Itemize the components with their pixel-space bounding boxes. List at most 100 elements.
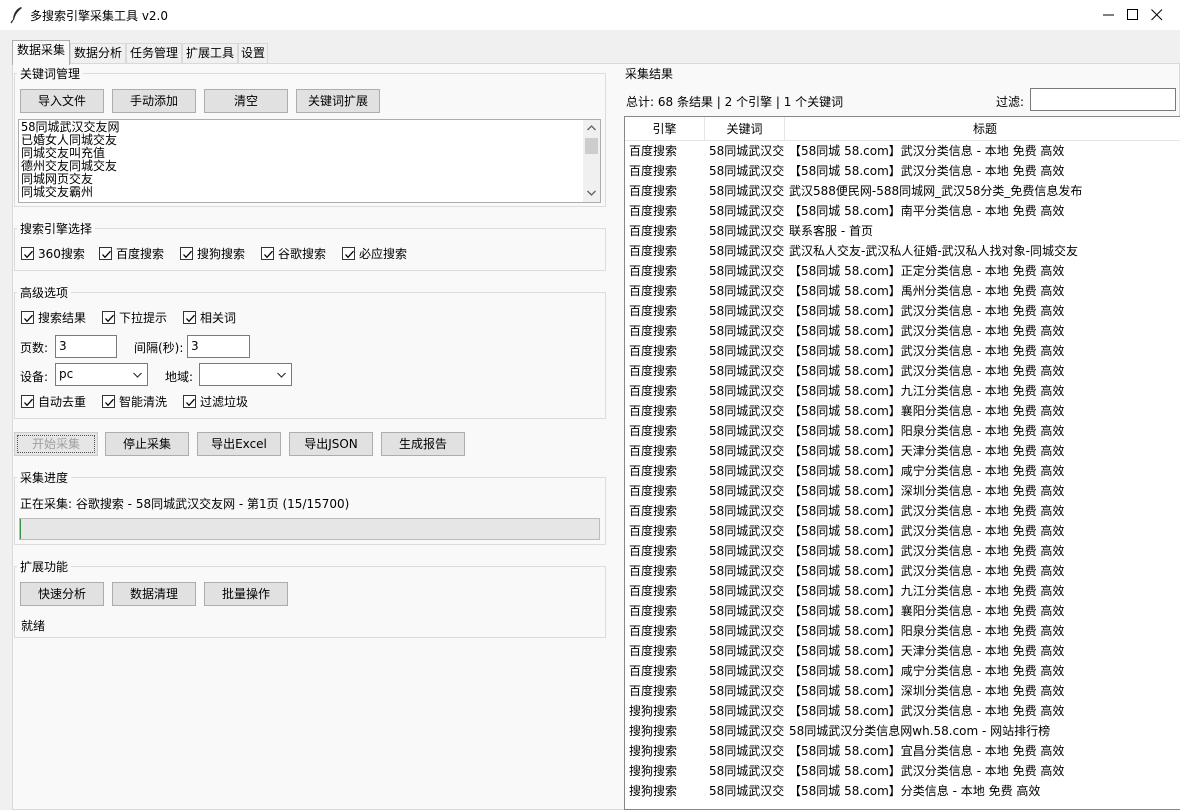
tab-settings[interactable]: 设置: [238, 43, 268, 64]
device-select[interactable]: pc: [55, 363, 148, 386]
quick-analysis-button[interactable]: 快速分析: [20, 582, 104, 606]
scroll-up-icon[interactable]: [587, 125, 596, 131]
checkbox-related[interactable]: 相关词: [183, 310, 236, 326]
cell-engine: 百度搜索: [629, 584, 678, 598]
checkbox-suggestions[interactable]: 下拉提示: [102, 310, 167, 326]
cell-title: 【58同城 58.com】武汉分类信息 - 本地 免费 高效: [789, 504, 1065, 518]
table-row[interactable]: 搜狗搜索 58同城武汉交 58同城武汉分类信息网wh.58.com - 网站排行榜: [625, 721, 1180, 741]
checkbox-label: 谷歌搜索: [278, 247, 327, 261]
table-row[interactable]: 百度搜索 58同城武汉交 【58同城 58.com】武汉分类信息 - 本地 免费 高…: [625, 561, 1180, 581]
close-button[interactable]: [1134, 0, 1180, 30]
tab-data-collection[interactable]: 数据采集: [12, 40, 70, 65]
cell-keyword: 58同城武汉交: [709, 644, 785, 658]
export-json-button[interactable]: 导出JSON: [289, 432, 373, 456]
table-row[interactable]: 搜狗搜索 58同城武汉交 【58同城 58.com】分类信息 - 本地 免费 高效: [625, 781, 1180, 801]
table-row[interactable]: 百度搜索 58同城武汉交 【58同城 58.com】咸宁分类信息 - 本地 免费 高…: [625, 461, 1180, 481]
checkbox-bing[interactable]: 必应搜索: [342, 246, 407, 262]
cell-engine: 百度搜索: [629, 544, 678, 558]
checkbox-box[interactable]: [21, 395, 34, 408]
table-row[interactable]: 百度搜索 58同城武汉交 【58同城 58.com】九江分类信息 - 本地 免费 高…: [625, 381, 1180, 401]
table-row[interactable]: 百度搜索 58同城武汉交 【58同城 58.com】武汉分类信息 - 本地 免费 高…: [625, 301, 1180, 321]
checkbox-box[interactable]: [183, 311, 196, 324]
checkbox-search-results[interactable]: 搜索结果: [21, 310, 86, 326]
table-row[interactable]: 百度搜索 58同城武汉交 【58同城 58.com】襄阳分类信息 - 本地 免费 高…: [625, 401, 1180, 421]
table-row[interactable]: 百度搜索 58同城武汉交 【58同城 58.com】襄阳分类信息 - 本地 免费 高…: [625, 601, 1180, 621]
checkbox-dedupe[interactable]: 自动去重: [21, 394, 86, 410]
cell-engine: 搜狗搜索: [629, 744, 678, 758]
column-header-title[interactable]: 标题: [785, 117, 1180, 141]
batch-operation-button[interactable]: 批量操作: [204, 582, 288, 606]
table-row[interactable]: 百度搜索 58同城武汉交 【58同城 58.com】阳泉分类信息 - 本地 免费 高…: [625, 621, 1180, 641]
table-row[interactable]: 百度搜索 58同城武汉交 武汉私人交友-武汉私人征婚-武汉私人找对象-同城交友: [625, 241, 1180, 261]
checkbox-box[interactable]: [21, 247, 34, 260]
checkbox-box[interactable]: [261, 247, 274, 260]
cell-keyword: 58同城武汉交: [709, 524, 785, 538]
checkbox-360[interactable]: 360搜索: [21, 246, 85, 262]
export-excel-button[interactable]: 导出Excel: [197, 432, 281, 456]
tab-task-management[interactable]: 任务管理: [126, 43, 182, 64]
column-header-keyword[interactable]: 关键词: [705, 117, 785, 141]
cell-keyword: 58同城武汉交: [709, 584, 785, 598]
table-row[interactable]: 百度搜索 58同城武汉交 【58同城 58.com】武汉分类信息 - 本地 免费 高…: [625, 161, 1180, 181]
table-row[interactable]: 百度搜索 58同城武汉交 【58同城 58.com】九江分类信息 - 本地 免费 高…: [625, 581, 1180, 601]
table-row[interactable]: 百度搜索 58同城武汉交 【58同城 58.com】武汉分类信息 - 本地 免费 高…: [625, 501, 1180, 521]
keyword-line: 德州交友同城交友: [21, 159, 118, 173]
start-collect-button[interactable]: 开始采集: [14, 432, 98, 456]
region-select[interactable]: [199, 363, 292, 386]
tab-data-analysis[interactable]: 数据分析: [70, 43, 126, 64]
cell-title: 联系客服 - 首页: [789, 224, 873, 238]
checkbox-baidu[interactable]: 百度搜索: [99, 246, 164, 262]
tab-extension-tools[interactable]: 扩展工具: [182, 43, 238, 64]
checkbox-smart-clean[interactable]: 智能清洗: [102, 394, 167, 410]
checkbox-box[interactable]: [99, 247, 112, 260]
keyword-expand-button[interactable]: 关键词扩展: [296, 89, 380, 113]
table-row[interactable]: 百度搜索 58同城武汉交 【58同城 58.com】南平分类信息 - 本地 免费 高…: [625, 201, 1180, 221]
scroll-thumb[interactable]: [585, 138, 598, 154]
table-row[interactable]: 百度搜索 58同城武汉交 【58同城 58.com】天津分类信息 - 本地 免费 高…: [625, 641, 1180, 661]
cell-title: 【58同城 58.com】分类信息 - 本地 免费 高效: [789, 784, 1041, 798]
keyword-textarea[interactable]: 58同城武汉交友网 已婚女人同城交友 同城交友叫充值 德州交友同城交友 同城网页…: [18, 119, 601, 203]
pages-input[interactable]: 3: [55, 335, 117, 358]
table-row[interactable]: 百度搜索 58同城武汉交 【58同城 58.com】深圳分类信息 - 本地 免费 高…: [625, 681, 1180, 701]
keyword-scrollbar[interactable]: [583, 120, 600, 202]
clear-button[interactable]: 清空: [204, 89, 288, 113]
checkbox-google[interactable]: 谷歌搜索: [261, 246, 326, 262]
interval-input[interactable]: 3: [187, 335, 250, 358]
import-file-button[interactable]: 导入文件: [20, 89, 104, 113]
table-row[interactable]: 百度搜索 58同城武汉交 【58同城 58.com】深圳分类信息 - 本地 免费 高…: [625, 481, 1180, 501]
manual-add-button[interactable]: 手动添加: [112, 89, 196, 113]
filter-input[interactable]: [1030, 88, 1176, 111]
stop-collect-button[interactable]: 停止采集: [105, 432, 189, 456]
data-clean-button[interactable]: 数据清理: [112, 582, 196, 606]
table-row[interactable]: 搜狗搜索 58同城武汉交 【58同城 58.com】武汉分类信息 - 本地 免费 高…: [625, 761, 1180, 781]
checkbox-box[interactable]: [180, 247, 193, 260]
checkbox-filter-spam[interactable]: 过滤垃圾: [183, 394, 248, 410]
filter-label: 过滤:: [996, 95, 1025, 109]
checkbox-box[interactable]: [102, 395, 115, 408]
checkbox-box[interactable]: [342, 247, 355, 260]
table-row[interactable]: 搜狗搜索 58同城武汉交 【58同城 58.com】武汉分类信息 - 本地 免费 高…: [625, 701, 1180, 721]
table-row[interactable]: 百度搜索 58同城武汉交 【58同城 58.com】武汉分类信息 - 本地 免费 高…: [625, 541, 1180, 561]
table-row[interactable]: 百度搜索 58同城武汉交 【58同城 58.com】咸宁分类信息 - 本地 免费 高…: [625, 661, 1180, 681]
results-table[interactable]: 引擎 关键词 标题 百度搜索 58同城武汉交 【58同城 58.com】武汉分类信息…: [624, 116, 1180, 810]
table-row[interactable]: 百度搜索 58同城武汉交 【58同城 58.com】正定分类信息 - 本地 免费 高…: [625, 261, 1180, 281]
table-row[interactable]: 百度搜索 58同城武汉交 【58同城 58.com】武汉分类信息 - 本地 免费 高…: [625, 341, 1180, 361]
checkbox-box[interactable]: [183, 395, 196, 408]
table-row[interactable]: 百度搜索 58同城武汉交 【58同城 58.com】武汉分类信息 - 本地 免费 高…: [625, 361, 1180, 381]
generate-report-button[interactable]: 生成报告: [381, 432, 465, 456]
table-row[interactable]: 搜狗搜索 58同城武汉交 【58同城 58.com】宜昌分类信息 - 本地 免费 高…: [625, 741, 1180, 761]
checkbox-sogou[interactable]: 搜狗搜索: [180, 246, 245, 262]
table-row[interactable]: 百度搜索 58同城武汉交 武汉588便民网-588同城网_武汉58分类_免费信息发布: [625, 181, 1180, 201]
table-row[interactable]: 百度搜索 58同城武汉交 【58同城 58.com】阳泉分类信息 - 本地 免费 高…: [625, 421, 1180, 441]
scroll-down-icon[interactable]: [587, 190, 596, 196]
cell-keyword: 58同城武汉交: [709, 404, 785, 418]
table-row[interactable]: 百度搜索 58同城武汉交 【58同城 58.com】武汉分类信息 - 本地 免费 高…: [625, 141, 1180, 161]
table-row[interactable]: 百度搜索 58同城武汉交 【58同城 58.com】天津分类信息 - 本地 免费 高…: [625, 441, 1180, 461]
checkbox-box[interactable]: [21, 311, 34, 324]
column-header-engine[interactable]: 引擎: [625, 117, 705, 141]
table-row[interactable]: 百度搜索 58同城武汉交 【58同城 58.com】禹州分类信息 - 本地 免费 高…: [625, 281, 1180, 301]
checkbox-box[interactable]: [102, 311, 115, 324]
table-row[interactable]: 百度搜索 58同城武汉交 联系客服 - 首页: [625, 221, 1180, 241]
table-row[interactable]: 百度搜索 58同城武汉交 【58同城 58.com】武汉分类信息 - 本地 免费 高…: [625, 321, 1180, 341]
table-row[interactable]: 百度搜索 58同城武汉交 【58同城 58.com】武汉分类信息 - 本地 免费 高…: [625, 521, 1180, 541]
